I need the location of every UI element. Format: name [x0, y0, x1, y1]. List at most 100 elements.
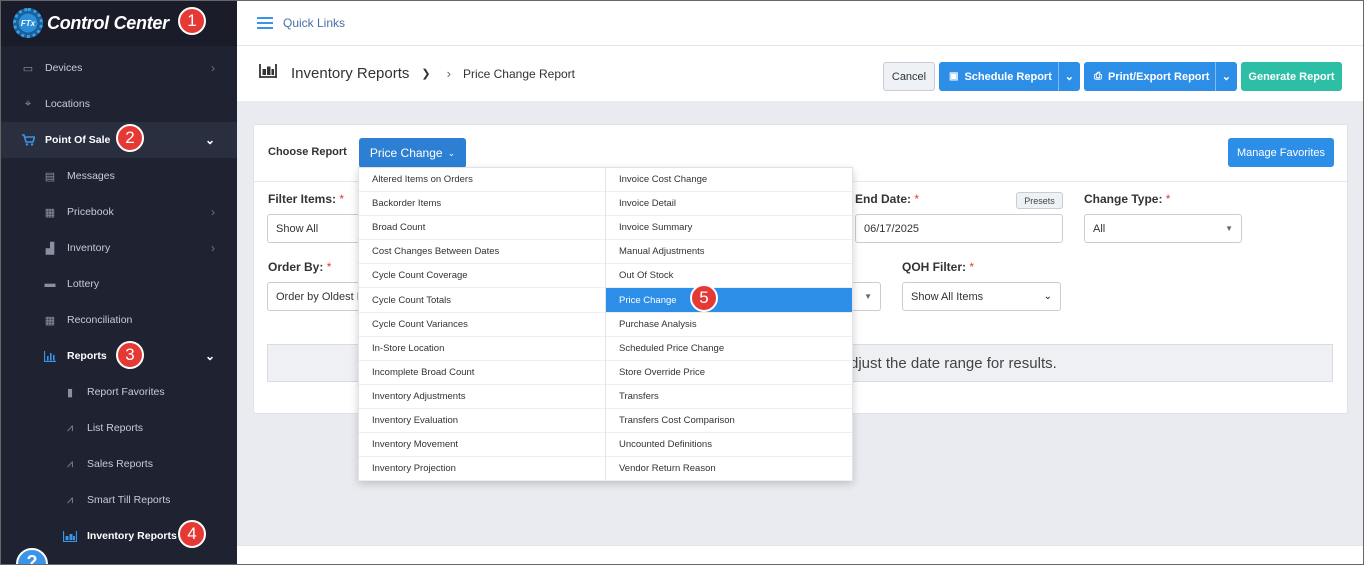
sidebar-item-smart-till-reports[interactable]: ⩘ Smart Till Reports	[1, 482, 237, 518]
menu-item[interactable]: Inventory Movement	[359, 433, 605, 458]
report-dropdown-menu: Altered Items on Orders Backorder Items …	[358, 167, 853, 482]
qoh-filter-value: Show All Items	[911, 290, 984, 303]
footer-strip	[237, 545, 1364, 565]
menu-item[interactable]: Invoice Cost Change	[606, 168, 852, 193]
menu-item[interactable]: Invoice Summary	[606, 216, 852, 241]
change-type-label-text: Change Type:	[1084, 192, 1163, 206]
quick-links[interactable]: Quick Links	[283, 16, 345, 30]
end-date-field[interactable]: 06/17/2025	[855, 214, 1063, 243]
location-pin-icon: ⌖	[24, 97, 32, 110]
menu-item[interactable]: Backorder Items	[359, 192, 605, 217]
menu-item[interactable]: Broad Count	[359, 216, 605, 241]
sidebar-item-label: Point Of Sale	[45, 134, 111, 146]
change-type-label: Change Type: *	[1084, 192, 1170, 206]
callout-badge-3: 3	[116, 341, 144, 369]
chevron-down-icon[interactable]: ⌄	[1057, 62, 1080, 91]
sidebar-item-label: Locations	[45, 98, 90, 110]
line-chart-icon: ⩘	[66, 493, 74, 506]
qoh-filter-label-text: QOH Filter:	[902, 260, 967, 274]
filter-items-value: Show All	[276, 222, 319, 235]
menu-item[interactable]: Out Of Stock	[606, 264, 852, 289]
menu-item[interactable]: Uncounted Definitions	[606, 433, 852, 458]
breadcrumb: Price Change Report	[462, 66, 576, 81]
generate-report-button[interactable]: Generate Report	[1241, 62, 1342, 91]
menu-item[interactable]: Cycle Count Totals	[359, 288, 605, 313]
qoh-filter-select[interactable]: Show All Items ⌄	[902, 282, 1061, 311]
calendar-icon: ▣	[949, 71, 959, 82]
sidebar-item-messages[interactable]: ▤ Messages	[1, 158, 237, 194]
lottery-ticket-icon: ▬	[44, 278, 56, 290]
menu-item[interactable]: Store Override Price	[606, 361, 852, 385]
menu-item[interactable]: Cycle Count Coverage	[359, 264, 605, 289]
qoh-filter-label: QOH Filter: *	[902, 260, 974, 274]
callout-badge-5: 5	[690, 284, 718, 312]
sidebar-item-report-favorites[interactable]: ▮ Report Favorites	[1, 374, 237, 410]
menu-item[interactable]: Inventory Evaluation	[359, 409, 605, 434]
menu-item[interactable]: Inventory Adjustments	[359, 385, 605, 409]
menu-item[interactable]: Altered Items on Orders	[359, 168, 605, 193]
inventory-reports-icon	[259, 64, 277, 83]
cart-icon	[21, 134, 35, 146]
chevron-down-icon: ⌄	[1043, 291, 1052, 302]
end-date-label-text: End Date:	[855, 192, 912, 206]
required-mark: *	[914, 192, 920, 206]
chevron-right-icon: ›	[211, 205, 215, 219]
required-mark: *	[969, 260, 975, 274]
sidebar: FTx Control Center ▭ Devices › ⌖ Locatio…	[0, 0, 237, 565]
callout-badge-4: 4	[178, 520, 206, 548]
menu-item[interactable]: Transfers Cost Comparison	[606, 409, 852, 434]
sidebar-item-label: Devices	[45, 62, 83, 74]
manage-favorites-button[interactable]: Manage Favorites	[1228, 138, 1334, 167]
chevron-down-icon: ⌄	[447, 147, 456, 158]
menu-icon[interactable]	[257, 16, 273, 29]
menu-item-price-change-selected[interactable]: Price Change	[606, 288, 852, 313]
print-export-label: Print/Export Report	[1108, 70, 1210, 83]
menu-item[interactable]: Scheduled Price Change	[606, 337, 852, 361]
sidebar-item-list-reports[interactable]: ⩘ List Reports	[1, 410, 237, 446]
callout-badge-2: 2	[116, 124, 144, 152]
page-title: Inventory Reports	[291, 65, 410, 82]
menu-item[interactable]: Invoice Detail	[606, 192, 852, 217]
report-select-button[interactable]: Price Change ⌄	[359, 138, 466, 168]
required-mark: *	[339, 192, 345, 206]
sidebar-item-label: Smart Till Reports	[87, 494, 171, 506]
print-export-report-button[interactable]: ⎙ Print/Export Report ⌄	[1084, 62, 1237, 91]
menu-item[interactable]: In-Store Location	[359, 337, 605, 361]
bookmark-icon: ▮	[66, 386, 74, 399]
menu-item[interactable]: Inventory Projection	[359, 457, 605, 482]
printer-icon: ⎙	[1094, 71, 1102, 82]
sidebar-item-devices[interactable]: ▭ Devices ›	[1, 50, 237, 86]
required-mark: *	[326, 260, 332, 274]
ftx-logo-icon: FTx	[13, 8, 43, 38]
choose-report-label: Choose Report	[268, 146, 347, 158]
sidebar-item-locations[interactable]: ⌖ Locations	[1, 86, 237, 122]
menu-item[interactable]: Cost Changes Between Dates	[359, 240, 605, 265]
menu-item[interactable]: Cycle Count Variances	[359, 313, 605, 337]
sidebar-item-pricebook[interactable]: ▦ Pricebook ›	[1, 194, 237, 230]
sidebar-item-inventory[interactable]: ▟ Inventory ›	[1, 230, 237, 266]
inventory-reports-icon	[63, 530, 77, 542]
menu-item[interactable]: Manual Adjustments	[606, 240, 852, 265]
sidebar-item-sales-reports[interactable]: ⩘ Sales Reports	[1, 446, 237, 482]
sidebar-item-reconciliation[interactable]: ▦ Reconciliation	[1, 302, 237, 338]
menu-item[interactable]: Vendor Return Reason	[606, 457, 852, 482]
menu-item[interactable]: Purchase Analysis	[606, 313, 852, 337]
selected-report: Price Change	[369, 146, 443, 160]
sidebar-item-lottery[interactable]: ▬ Lottery	[1, 266, 237, 302]
filter-items-label: Filter Items: *	[268, 192, 344, 206]
top-bar: Quick Links	[237, 0, 1364, 46]
schedule-report-button[interactable]: ▣ Schedule Report ⌄	[939, 62, 1080, 91]
chevron-right-icon: ›	[211, 241, 215, 255]
menu-item[interactable]: Incomplete Broad Count	[359, 361, 605, 385]
menu-item[interactable]: Transfers	[606, 385, 852, 409]
order-by-label: Order By: *	[268, 260, 331, 274]
sidebar-item-label: Pricebook	[67, 206, 114, 218]
change-type-select[interactable]: All ▼	[1084, 214, 1242, 243]
pricebook-icon: ▦	[44, 206, 56, 219]
caret-down-icon: ▼	[1225, 224, 1233, 233]
cancel-button[interactable]: Cancel	[883, 62, 935, 91]
presets-button[interactable]: Presets	[1016, 192, 1063, 209]
chevron-down-icon[interactable]: ❯	[421, 67, 430, 80]
breadcrumb-separator-icon: ›	[446, 66, 451, 81]
chevron-down-icon[interactable]: ⌄	[1214, 62, 1237, 91]
